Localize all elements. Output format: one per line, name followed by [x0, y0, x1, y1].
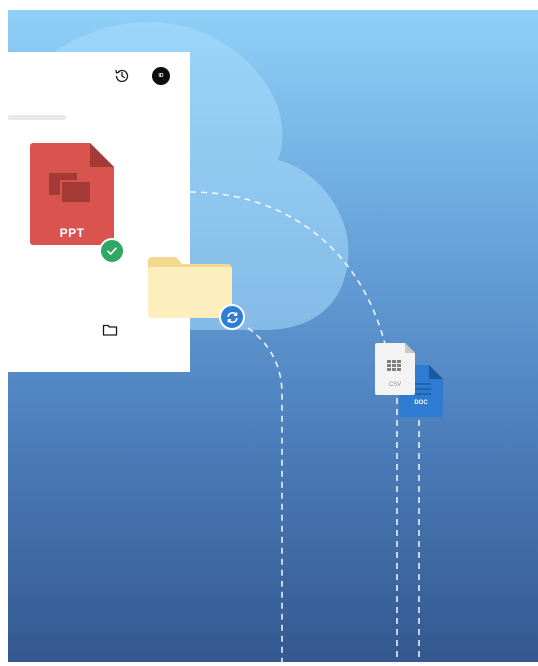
folder-button[interactable]	[68, 298, 152, 362]
user-avatar[interactable]: ID	[152, 67, 170, 85]
history-button[interactable]	[112, 66, 132, 86]
window-toolbar: ID	[8, 52, 190, 336]
folder-icon	[102, 324, 118, 336]
sync-path-from-folder	[247, 327, 283, 662]
file-browser-window: ID PPT	[8, 52, 190, 372]
synced-check-badge	[99, 238, 125, 264]
ppt-file-label: PPT	[59, 226, 85, 240]
search-bar-placeholder[interactable]	[8, 115, 66, 120]
check-icon	[107, 247, 117, 255]
history-icon	[115, 69, 129, 83]
ppt-file[interactable]: PPT	[30, 143, 126, 264]
csv-file[interactable]: CSV	[375, 343, 419, 395]
sync-badge[interactable]	[219, 304, 245, 330]
refresh-icon	[226, 311, 238, 323]
doc-file-label: DOC	[414, 400, 428, 406]
csv-file-label: CSV	[388, 382, 402, 388]
avatar-initials: ID	[158, 73, 164, 79]
cloud-sync-illustration: ID PPT DOC CSV	[8, 10, 538, 662]
